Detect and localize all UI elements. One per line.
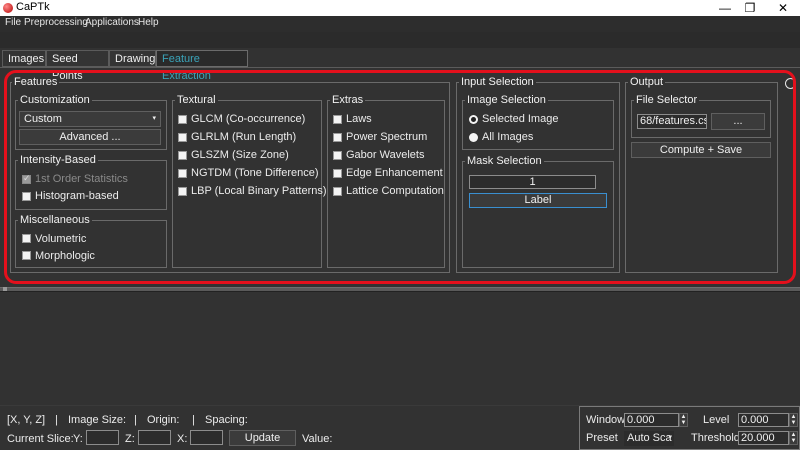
preset-label: Preset <box>586 432 618 444</box>
window-title: CaPTk <box>16 1 50 13</box>
tab-feature-extraction[interactable]: Feature Extraction <box>156 50 248 82</box>
slice-y-input[interactable] <box>86 430 119 445</box>
highlight-outline <box>4 70 796 284</box>
slice-x-input[interactable] <box>190 430 223 445</box>
status-separator: | <box>192 414 195 426</box>
threshold-spinner[interactable]: ▲ ▼ <box>789 431 798 445</box>
menu-help[interactable]: Help <box>138 17 159 28</box>
tab-drawing[interactable]: Drawing <box>109 50 156 67</box>
window-input[interactable]: 0.000 <box>624 413 679 427</box>
menu-file[interactable]: File <box>5 17 21 28</box>
tab-divider <box>0 67 800 68</box>
maximize-button[interactable]: ❐ <box>735 0 765 16</box>
value-label: Value: <box>302 433 333 445</box>
coords-label: [X, Y, Z] <box>7 414 46 426</box>
status-separator: | <box>134 414 137 426</box>
slice-x-label: X: <box>177 433 188 445</box>
window-label: Window <box>586 414 626 426</box>
slice-z-label: Z: <box>125 433 135 445</box>
image-size-label: Image Size: <box>68 414 127 426</box>
toolbar-strip <box>0 32 800 48</box>
origin-label: Origin: <box>147 414 180 426</box>
splitter-grip-icon <box>3 287 7 291</box>
view-preset-select[interactable]: Auto Sca ▾ <box>624 431 674 446</box>
menu-preprocessing[interactable]: Preprocessing <box>24 17 88 28</box>
update-button[interactable]: Update <box>229 430 296 446</box>
tab-images[interactable]: Images <box>2 50 46 67</box>
current-slice-label: Current Slice: <box>7 433 74 445</box>
title-bar <box>0 0 800 16</box>
slice-y-label: Y: <box>73 433 83 445</box>
slice-z-input[interactable] <box>138 430 171 445</box>
threshold-input[interactable]: 20.000 <box>738 431 789 445</box>
level-spinner[interactable]: ▲ ▼ <box>789 413 798 427</box>
view-preset-value: Auto Sca <box>627 432 672 444</box>
menu-applications[interactable]: Applications <box>85 17 139 28</box>
splitter-handle[interactable] <box>0 287 800 292</box>
threshold-label: Threshold <box>691 432 740 444</box>
status-separator: | <box>55 414 58 426</box>
tab-seed-points[interactable]: Seed Points <box>46 50 109 82</box>
spacing-label: Spacing: <box>205 414 248 426</box>
window-spinner[interactable]: ▲ ▼ <box>679 413 688 427</box>
close-button[interactable]: ✕ <box>768 0 798 16</box>
app-logo-icon <box>3 3 13 13</box>
level-input[interactable]: 0.000 <box>738 413 789 427</box>
chevron-down-icon: ▾ <box>668 434 672 441</box>
level-label: Level <box>703 414 730 426</box>
